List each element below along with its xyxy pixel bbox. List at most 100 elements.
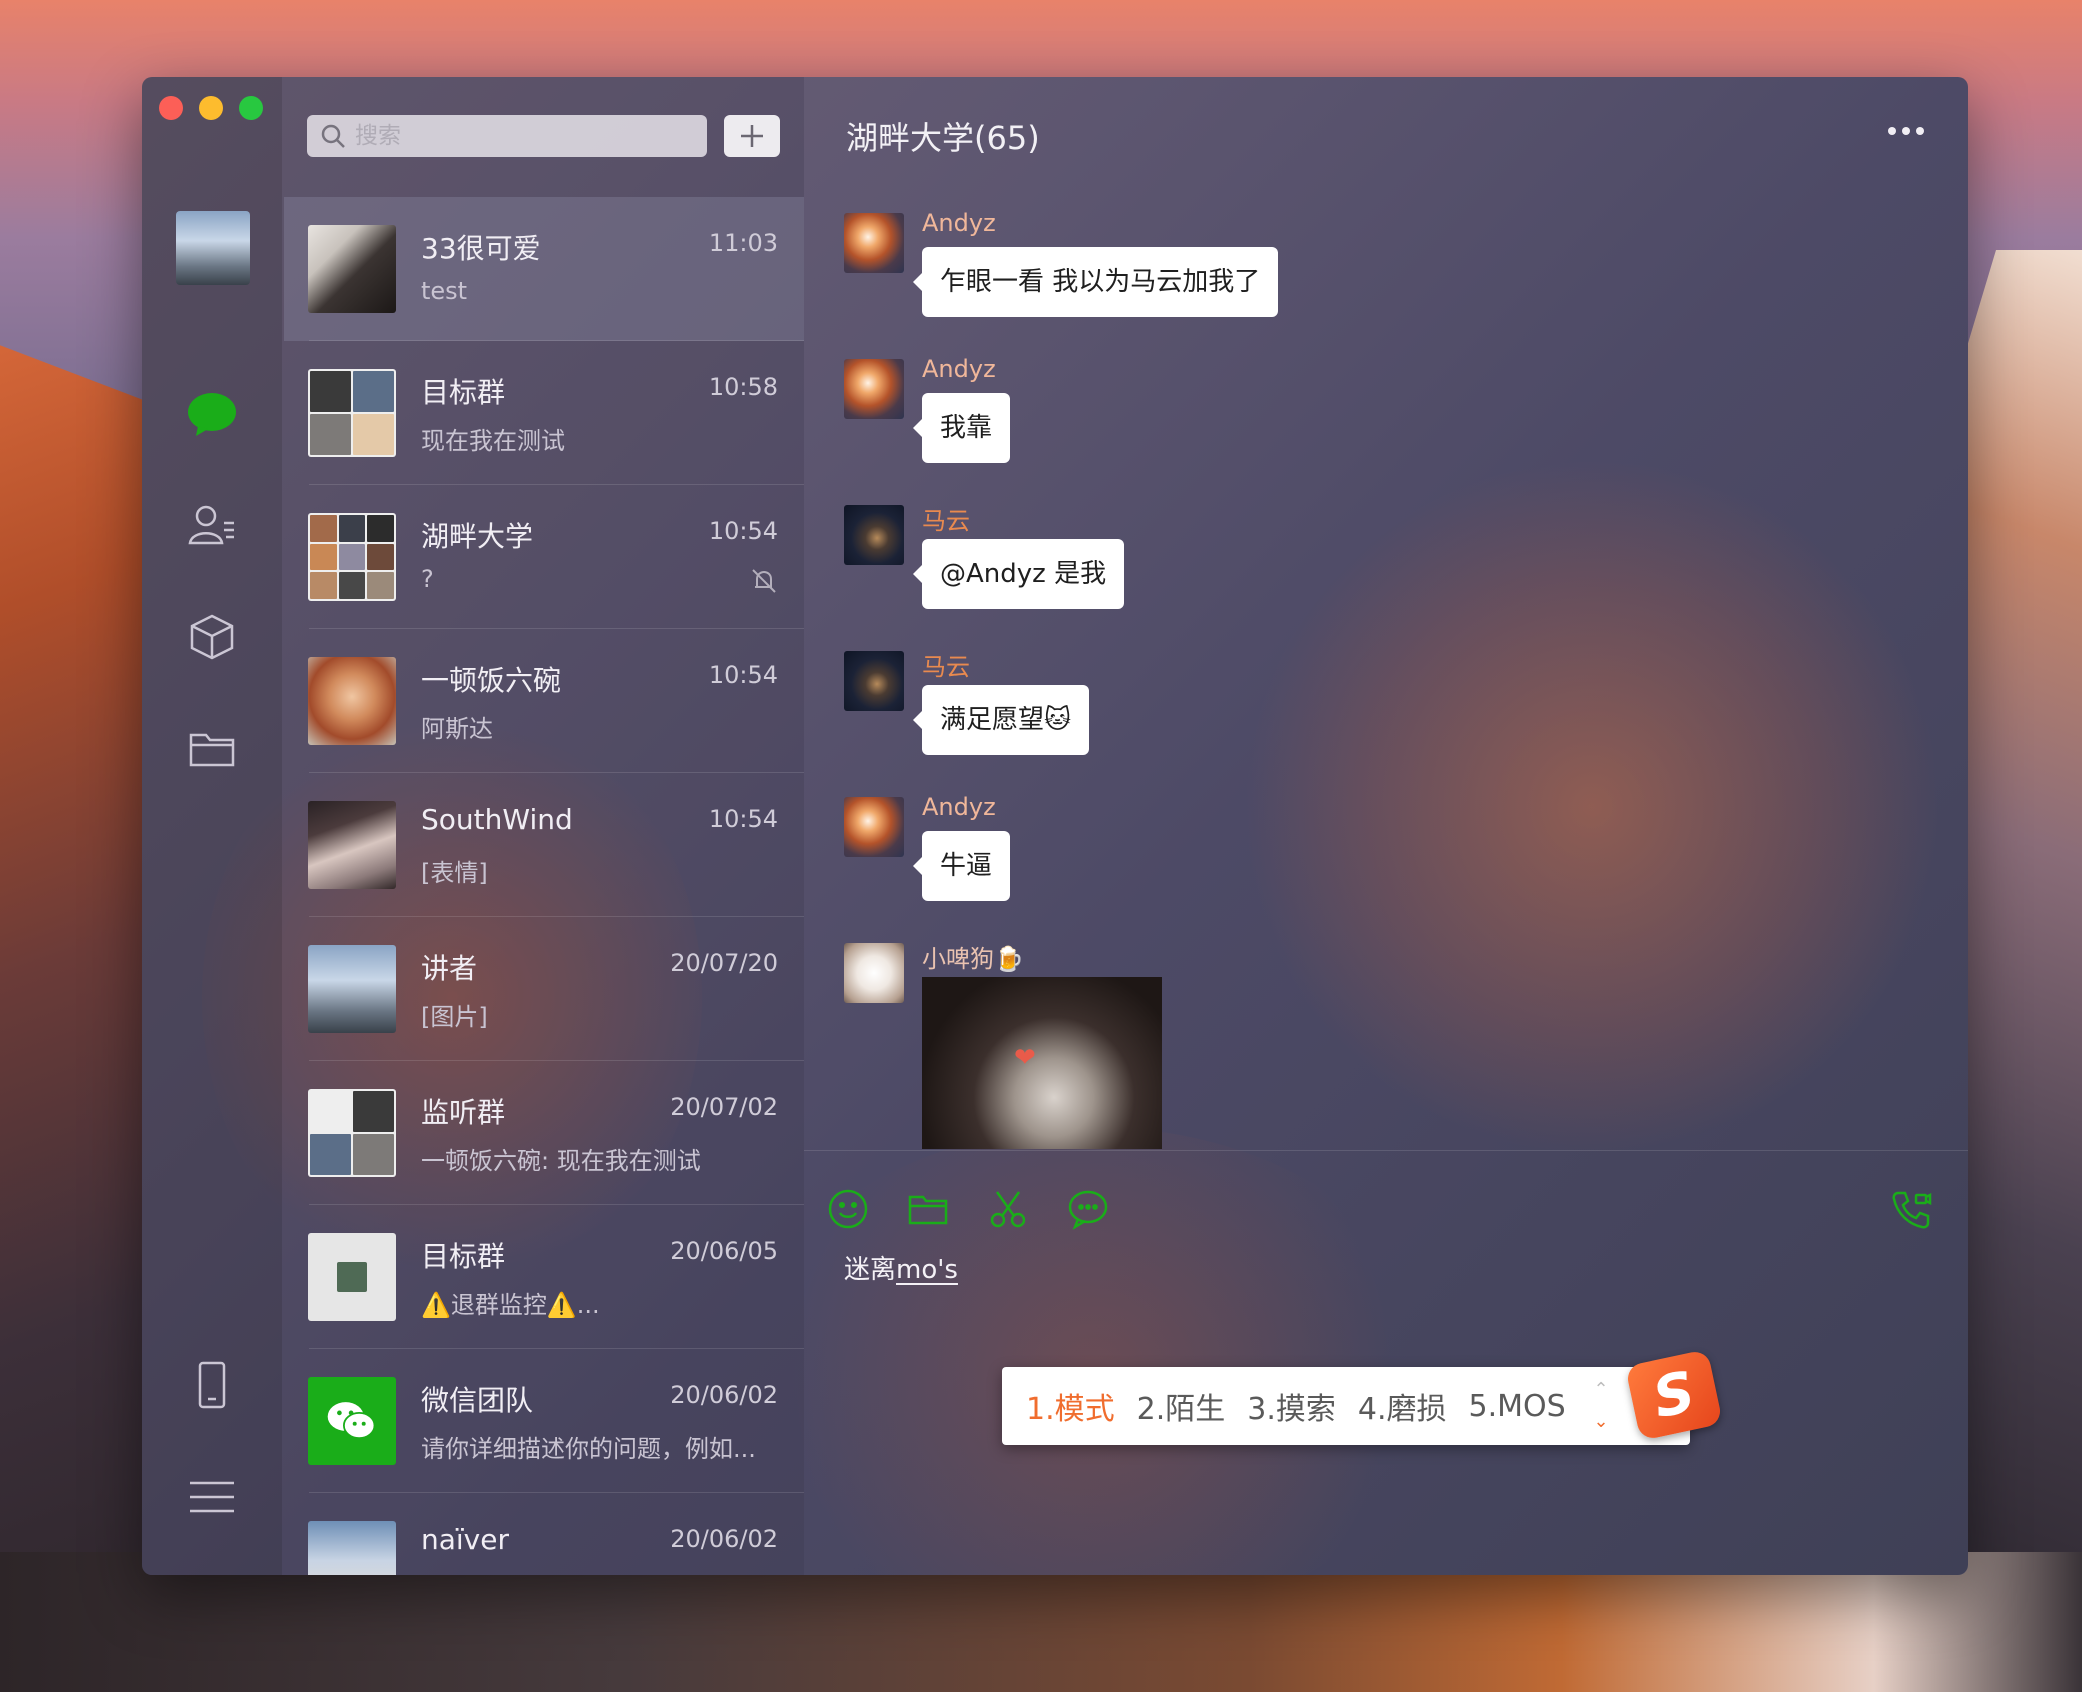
chat-name: 33很可爱 xyxy=(421,232,541,265)
my-avatar[interactable] xyxy=(176,211,250,285)
chat-preview: test xyxy=(421,277,468,305)
chat-avatar xyxy=(308,801,396,889)
chevron-up-icon[interactable]: ⌃ xyxy=(1593,1381,1608,1399)
chat-list: 33很可爱 11:03 test 目标群 10:58 现在我在测试 湖畔大学 1… xyxy=(284,197,804,1575)
chat-item[interactable]: 目标群 20/06/05 ⚠️退群监控⚠️... xyxy=(284,1205,804,1349)
chevron-down-icon[interactable]: ⌄ xyxy=(1593,1413,1608,1431)
scissors-icon xyxy=(990,1191,1026,1228)
compose-composing-text: mo's xyxy=(896,1255,958,1285)
chat-item[interactable]: 目标群 10:58 现在我在测试 xyxy=(284,341,804,485)
ime-candidate[interactable]: 5.MOS xyxy=(1469,1389,1566,1424)
chat-item[interactable]: 监听群 20/07/02 一顿饭六碗: 现在我在测试 xyxy=(284,1061,804,1205)
ime-page-arrows[interactable]: ⌃ ⌄ xyxy=(1588,1381,1614,1431)
chat-preview: [表情] xyxy=(421,859,488,887)
chat-preview: 请你详细描述你的问题，例如... xyxy=(421,1435,756,1463)
cube-icon[interactable] xyxy=(182,607,242,667)
group-avatar xyxy=(308,1089,396,1177)
chat-time: 10:54 xyxy=(708,805,778,833)
mute-bell-icon xyxy=(752,569,776,593)
chat-preview: 一顿饭六碗: 现在我在测试 xyxy=(421,1147,701,1175)
chat-preview: 阿斯达 xyxy=(421,715,493,743)
minimize-window-button[interactable] xyxy=(199,96,223,120)
phone-video-icon xyxy=(1892,1191,1932,1229)
sender-avatar[interactable] xyxy=(844,505,904,565)
sender-avatar[interactable] xyxy=(844,213,904,273)
chat-item[interactable]: 湖畔大学 10:54 ? xyxy=(284,485,804,629)
chat-time: 20/07/20 xyxy=(670,949,778,977)
maximize-window-button[interactable] xyxy=(239,96,263,120)
chat-item[interactable]: 一顿饭六碗 10:54 阿斯达 xyxy=(284,629,804,773)
conversation-title: 湖畔大学(65) xyxy=(846,119,1040,157)
message-bubble[interactable]: @Andyz 是我 xyxy=(912,539,1125,609)
chat-item[interactable]: 讲者 20/07/20 [图片] xyxy=(284,917,804,1061)
chat-preview: [图片] xyxy=(421,1003,488,1031)
group-avatar xyxy=(308,369,396,457)
chat-avatar xyxy=(308,657,396,745)
screenshot-button[interactable] xyxy=(986,1187,1030,1231)
ime-candidate[interactable]: 1.模式 xyxy=(1026,1384,1115,1428)
chat-name: 目标群 xyxy=(421,1240,506,1273)
chat-item[interactable]: 微信团队 20/06/02 请你详细描述你的问题，例如... xyxy=(284,1349,804,1493)
close-window-button[interactable] xyxy=(159,96,183,120)
sender-name: 马云 xyxy=(922,507,970,535)
conversation-panel: 湖畔大学(65) Andyz 乍眼一看 我以为马云加我了 Andyz 我靠 马云… xyxy=(804,77,1968,1575)
message-bubble[interactable]: 满足愿望🐱 xyxy=(912,685,1090,755)
new-chat-button[interactable] xyxy=(724,115,780,157)
chat-name: 湖畔大学 xyxy=(421,520,534,553)
sender-avatar[interactable] xyxy=(844,943,904,1003)
emoji-button[interactable] xyxy=(826,1187,870,1231)
chat-time: 20/06/02 xyxy=(670,1525,778,1553)
more-options-button[interactable] xyxy=(1888,121,1928,141)
sticker-image[interactable]: ❤ xyxy=(922,977,1162,1149)
chat-name: 一顿饭六碗 xyxy=(421,664,562,697)
window-controls xyxy=(159,96,263,120)
group-avatar xyxy=(308,513,396,601)
phone-icon[interactable] xyxy=(182,1355,242,1415)
compose-toolbar xyxy=(826,1187,1110,1231)
search-input[interactable] xyxy=(355,123,675,149)
folder-icon[interactable] xyxy=(182,719,242,779)
contacts-icon[interactable] xyxy=(182,495,242,555)
ime-candidate[interactable]: 4.磨损 xyxy=(1358,1384,1447,1428)
menu-icon[interactable] xyxy=(182,1467,242,1527)
group-avatar xyxy=(308,1233,396,1321)
wechat-logo-icon xyxy=(308,1377,396,1465)
sender-name: Andyz xyxy=(922,793,996,821)
sender-avatar[interactable] xyxy=(844,359,904,419)
sender-name: Andyz xyxy=(922,355,996,383)
chat-bubble-icon[interactable] xyxy=(182,384,242,444)
chat-time: 20/06/05 xyxy=(670,1237,778,1265)
chat-time: 10:54 xyxy=(708,661,778,689)
chat-item[interactable]: 33很可爱 11:03 test xyxy=(284,197,804,341)
chat-preview: ? xyxy=(421,565,434,593)
chat-time: 10:58 xyxy=(708,373,778,401)
chat-time: 20/07/02 xyxy=(670,1093,778,1121)
chat-name: 讲者 xyxy=(421,952,478,985)
chat-item[interactable]: SouthWind 10:54 [表情] xyxy=(284,773,804,917)
plus-icon xyxy=(741,125,763,147)
message-bubble[interactable]: 我靠 xyxy=(912,393,1011,463)
message-bubble[interactable]: 乍眼一看 我以为马云加我了 xyxy=(912,247,1279,317)
sender-name: Andyz xyxy=(922,209,996,237)
compose-input[interactable]: 迷离mo's xyxy=(844,1249,958,1286)
ime-candidate-window: 1.模式 2.陌生 3.摸索 4.磨损 5.MOS ⌃ ⌄ xyxy=(1002,1367,1690,1445)
chat-avatar xyxy=(308,225,396,313)
sender-avatar[interactable] xyxy=(844,651,904,711)
chat-preview: 现在我在测试 xyxy=(421,427,565,455)
search-field[interactable] xyxy=(307,115,707,157)
chat-avatar xyxy=(308,1521,396,1575)
chat-item[interactable]: naïver 20/06/02 xyxy=(284,1493,804,1575)
chat-avatar xyxy=(308,945,396,1033)
ime-candidate[interactable]: 3.摸索 xyxy=(1247,1384,1336,1428)
chat-history-button[interactable] xyxy=(1066,1187,1110,1231)
ime-candidate[interactable]: 2.陌生 xyxy=(1137,1384,1226,1428)
chat-time: 20/06/02 xyxy=(670,1381,778,1409)
chat-time: 10:54 xyxy=(708,517,778,545)
send-file-button[interactable] xyxy=(906,1187,950,1231)
chat-name: naïver xyxy=(421,1523,509,1556)
nav-rail xyxy=(142,77,282,1575)
chat-name: SouthWind xyxy=(421,803,573,836)
message-bubble[interactable]: 牛逼 xyxy=(912,831,1011,901)
voice-video-call-button[interactable] xyxy=(1890,1189,1934,1233)
sender-avatar[interactable] xyxy=(844,797,904,857)
